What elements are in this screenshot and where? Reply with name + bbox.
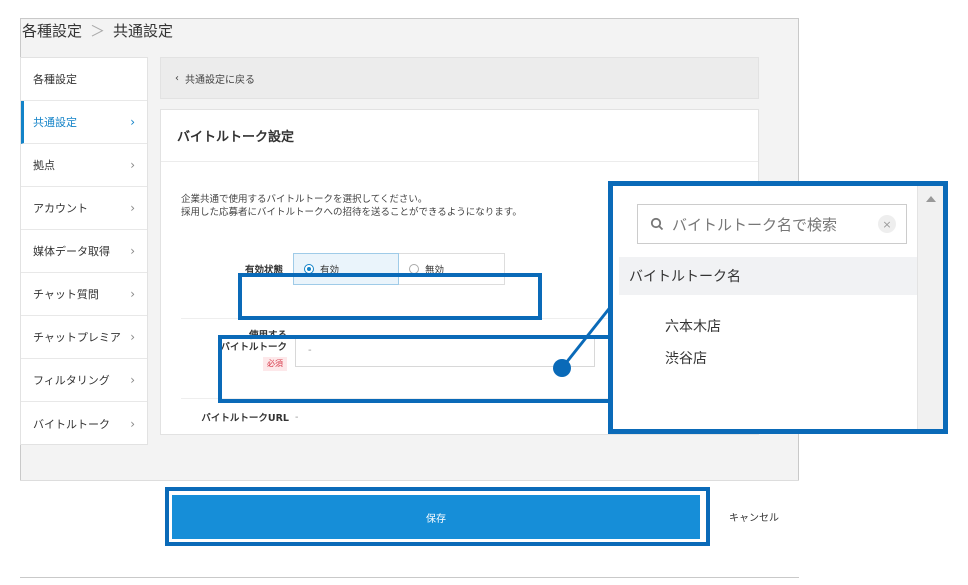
panel-title: バイトルトーク設定	[161, 110, 758, 162]
cancel-button[interactable]: キャンセル	[729, 509, 779, 524]
chevron-right-icon: ›	[130, 244, 135, 258]
status-radio-enabled[interactable]: 有効	[293, 253, 399, 285]
sidebar: 各種設定 共通設定 › 拠点 › アカウント › 媒体データ取得 › チャット質…	[20, 57, 148, 445]
sidebar-item-baitoru-talk[interactable]: バイトルトーク ›	[21, 402, 147, 445]
talk-label-line: バイトルトーク	[220, 342, 287, 353]
status-label: 有効状態	[244, 265, 283, 276]
sidebar-header: 各種設定	[21, 58, 147, 101]
dropdown-scrollbar[interactable]	[917, 186, 943, 429]
breadcrumb-parent[interactable]: 各種設定	[22, 20, 82, 41]
chevron-right-icon: ›	[130, 158, 135, 172]
close-icon[interactable]: ×	[878, 215, 896, 233]
scroll-up-arrow-icon[interactable]	[926, 196, 936, 202]
sidebar-item-label: バイトルトーク	[33, 417, 110, 431]
sidebar-item-media-data[interactable]: 媒体データ取得 ›	[21, 230, 147, 273]
talk-select-row: 使用する バイトルトーク 必須 -	[191, 330, 595, 371]
status-row: 有効状態 有効 無効	[219, 253, 505, 285]
sidebar-item-label: 共通設定	[33, 116, 77, 129]
chevron-right-icon: ›	[130, 416, 135, 431]
sidebar-item-label: チャット質問	[33, 288, 99, 301]
panel-description: 企業共通で使用するバイトルトークを選択してください。 採用した応募者にバイトルト…	[181, 193, 522, 219]
url-row: バイトルトークURL -	[191, 410, 299, 425]
radio-checked-icon	[304, 264, 314, 274]
talk-dropdown-popup: バイトルトーク名で検索 × バイトルトーク名 六本木店 渋谷店	[608, 181, 948, 434]
chevron-right-icon: ›	[130, 330, 135, 344]
dropdown-option[interactable]: 渋谷店	[665, 348, 707, 368]
sidebar-item-label: フィルタリング	[33, 374, 110, 387]
sidebar-header-label: 各種設定	[33, 73, 77, 86]
description-line: 採用した応募者にバイトルトークへの招待を送ることができるようになります。	[181, 207, 522, 218]
talk-label-line: 使用する	[248, 330, 287, 341]
sidebar-item-filtering[interactable]: フィルタリング ›	[21, 359, 147, 402]
chevron-right-icon: ›	[130, 115, 135, 129]
dropdown-option[interactable]: 六本木店	[665, 316, 721, 336]
chevron-right-icon: ›	[130, 201, 135, 215]
footer-bar: 保存 キャンセル	[20, 480, 799, 577]
sidebar-item-locations[interactable]: 拠点 ›	[21, 144, 147, 187]
required-badge: 必須	[263, 357, 287, 371]
breadcrumb-current: 共通設定	[113, 22, 174, 40]
talk-label: 使用する バイトルトーク 必須	[191, 330, 287, 371]
save-button[interactable]: 保存	[172, 495, 700, 539]
breadcrumb-separator: ＞	[90, 22, 106, 40]
chevron-right-icon: ›	[130, 287, 135, 301]
radio-label: 無効	[425, 265, 445, 276]
chevron-right-icon: ›	[130, 373, 135, 387]
search-icon	[650, 217, 664, 231]
breadcrumb: 各種設定 ＞ 共通設定	[22, 20, 173, 41]
back-link-label: 共通設定に戻る	[185, 74, 255, 86]
description-line: 企業共通で使用するバイトルトークを選択してください。	[181, 194, 428, 205]
dropdown-search-input[interactable]: バイトルトーク名で検索 ×	[637, 204, 907, 244]
sidebar-item-label: 媒体データ取得	[33, 245, 110, 258]
dropdown-list: バイトルトーク名で検索 × バイトルトーク名 六本木店 渋谷店	[619, 186, 921, 429]
status-radio-disabled[interactable]: 無効	[399, 253, 505, 285]
sidebar-item-account[interactable]: アカウント ›	[21, 187, 147, 230]
sidebar-item-chat-questions[interactable]: チャット質問 ›	[21, 273, 147, 316]
sidebar-item-label: 拠点	[33, 159, 55, 172]
radio-unchecked-icon	[409, 264, 419, 274]
sidebar-item-label: チャットプレミア	[33, 331, 121, 344]
url-label: バイトルトークURL	[201, 413, 289, 424]
chevron-left-icon: ‹	[175, 72, 179, 84]
sidebar-item-label: アカウント	[33, 202, 88, 215]
url-value: -	[295, 411, 299, 423]
search-placeholder: バイトルトーク名で検索	[672, 215, 838, 234]
back-link[interactable]: ‹ 共通設定に戻る	[160, 57, 759, 99]
radio-label: 有効	[320, 265, 340, 276]
talk-select[interactable]: -	[295, 334, 595, 367]
sidebar-item-common-settings[interactable]: 共通設定 ›	[21, 101, 147, 144]
dropdown-list-header: バイトルトーク名	[619, 257, 921, 295]
sidebar-item-chat-premier[interactable]: チャットプレミア ›	[21, 316, 147, 359]
